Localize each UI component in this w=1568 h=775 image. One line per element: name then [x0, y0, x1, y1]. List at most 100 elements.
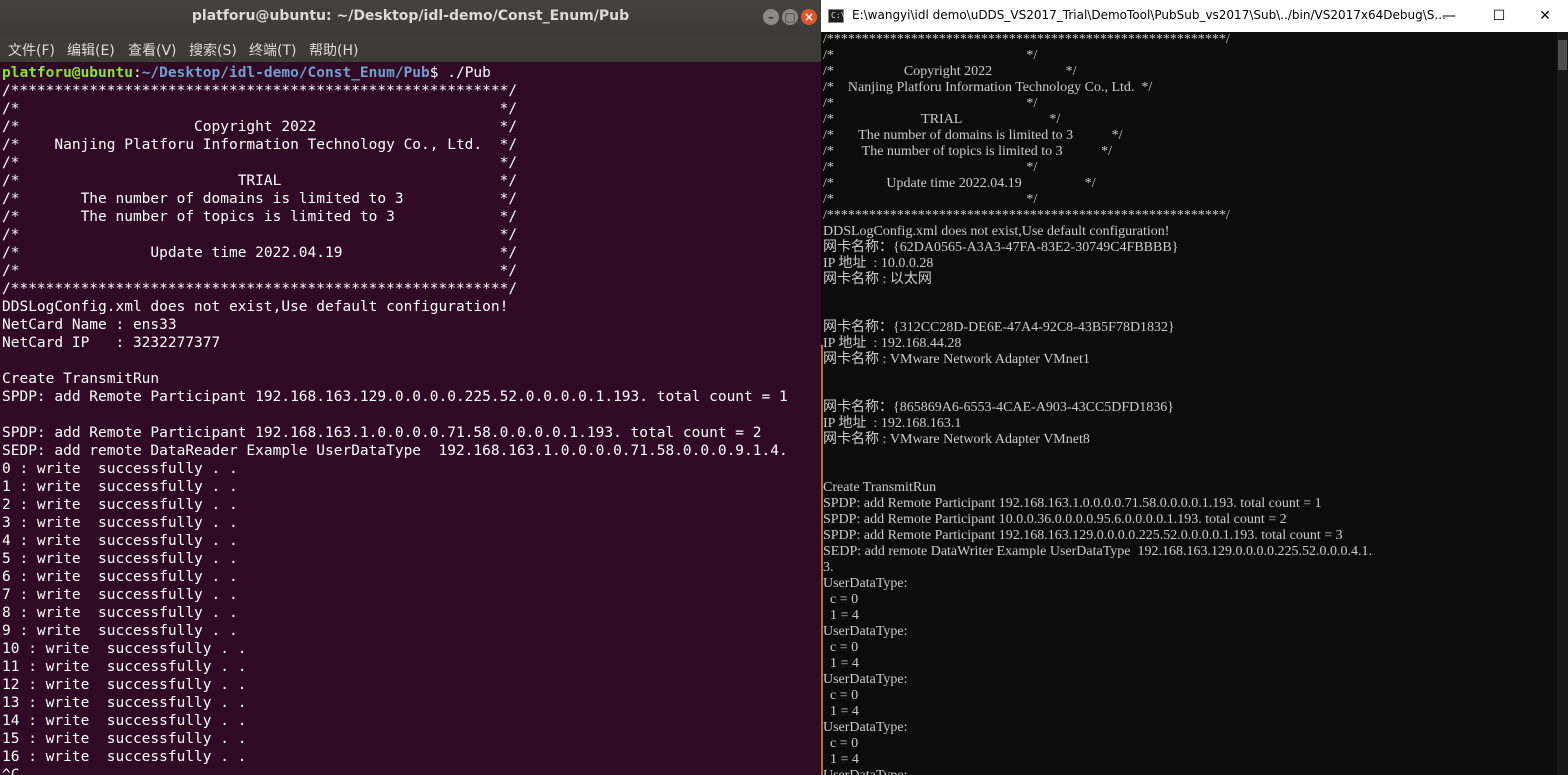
- terminal-line: /* The number of topics is limited to 3 …: [2, 209, 518, 225]
- prompt-command: $ ./Pub: [429, 65, 491, 81]
- terminal-line: NetCard IP : 3232277377: [2, 335, 221, 351]
- console-line: /* The number of topics is limited to 3 …: [823, 144, 1113, 159]
- console-line: DDSLogConfig.xml does not exist,Use defa…: [823, 224, 1170, 239]
- terminal-line: 13 : write successfully . .: [2, 695, 247, 711]
- console-line: 3.: [823, 560, 834, 575]
- console-line: SPDP: add Remote Participant 192.168.163…: [823, 496, 1322, 511]
- console-line: UserDataType:: [823, 576, 908, 591]
- terminal-line: /* Update time 2022.04.19 */: [2, 245, 518, 261]
- console-line: /* Nanjing Platforu Information Technolo…: [823, 80, 1153, 95]
- terminal-line: /* TRIAL */: [2, 173, 518, 189]
- console-line: /* Copyright 2022 */: [823, 64, 1077, 79]
- menu-help[interactable]: 帮助(H): [309, 40, 358, 60]
- windows-window-title: E:\wangyi\idl demo\uDDS_VS2017_Trial\Dem…: [852, 8, 1446, 22]
- console-line: /* */: [823, 160, 1038, 175]
- console-line: /* */: [823, 96, 1038, 111]
- console-line: /* The number of domains is limited to 3…: [823, 128, 1123, 143]
- terminal-line: /* Copyright 2022 */: [2, 119, 518, 135]
- ubuntu-terminal-output[interactable]: platforu@ubuntu:~/Desktop/idl-demo/Const…: [2, 64, 821, 775]
- console-line: SEDP: add remote DataWriter Example User…: [823, 544, 1373, 559]
- menu-file[interactable]: 文件(F): [8, 40, 55, 60]
- minimize-button[interactable]: –: [763, 9, 779, 25]
- console-line: 网卡名称 : 以太网: [823, 272, 932, 287]
- terminal-line: ^C: [2, 767, 20, 775]
- prompt-path: ~/Desktop/idl-demo/Const_Enum/Pub: [141, 65, 430, 81]
- terminal-line: /* The number of domains is limited to 3…: [2, 191, 518, 207]
- console-line: /* */: [823, 48, 1038, 63]
- ubuntu-output-lines: /***************************************…: [2, 82, 821, 775]
- console-app-icon-text: C:\: [831, 11, 846, 20]
- close-button[interactable]: ×: [801, 9, 817, 25]
- console-line: /* TRIAL */: [823, 112, 1061, 127]
- console-line: /* */: [823, 192, 1038, 207]
- terminal-line: 9 : write successfully . .: [2, 623, 238, 639]
- terminal-line: 6 : write successfully . .: [2, 569, 238, 585]
- console-app-icon: C:\: [828, 9, 846, 23]
- windows-console-output[interactable]: /***************************************…: [823, 32, 1548, 775]
- prompt-separator: :: [132, 65, 142, 81]
- terminal-line: 12 : write successfully . .: [2, 677, 247, 693]
- terminal-line: /* Nanjing Platforu Information Technolo…: [2, 137, 518, 153]
- terminal-line: DDSLogConfig.xml does not exist,Use defa…: [2, 299, 509, 315]
- terminal-line: SEDP: add remote DataReader Example User…: [2, 443, 788, 459]
- maximize-button[interactable]: ☐: [1476, 0, 1522, 32]
- ubuntu-window-title: platforu@ubuntu: ~/Desktop/idl-demo/Cons…: [191, 8, 630, 24]
- terminal-line: 10 : write successfully . .: [2, 641, 247, 657]
- terminal-line: SPDP: add Remote Participant 192.168.163…: [2, 425, 762, 441]
- terminal-line: 7 : write successfully . .: [2, 587, 238, 603]
- prompt-user: platforu@ubuntu: [2, 65, 133, 81]
- terminal-line: 0 : write successfully . .: [2, 461, 238, 477]
- console-line: SPDP: add Remote Participant 192.168.163…: [823, 528, 1343, 543]
- scrollbar-thumb[interactable]: [1558, 40, 1567, 70]
- windows-console-window: C:\ E:\wangyi\idl demo\uDDS_VS2017_Trial…: [821, 0, 1568, 775]
- console-line: 网卡名称 : VMware Network Adapter VMnet1: [823, 352, 1090, 367]
- console-line: SPDP: add Remote Participant 10.0.0.36.0…: [823, 512, 1287, 527]
- console-line: UserDataType:: [823, 624, 908, 639]
- terminal-line: 14 : write successfully . .: [2, 713, 247, 729]
- menu-terminal[interactable]: 终端(T): [249, 40, 296, 60]
- terminal-line: /* */: [2, 101, 518, 117]
- console-line: IP 地址 : 10.0.0.28: [823, 256, 934, 271]
- console-line: /***************************************…: [823, 32, 1230, 47]
- console-line: 网卡名称：{312CC28D-DE6E-47A4-92C8-43B5F78D18…: [823, 320, 1175, 335]
- terminal-line: Create TransmitRun: [2, 371, 160, 387]
- terminal-line: 3 : write successfully . .: [2, 515, 238, 531]
- maximize-button[interactable]: □: [782, 9, 798, 25]
- minimize-button[interactable]: —: [1426, 0, 1472, 32]
- console-line: UserDataType:: [823, 720, 908, 735]
- terminal-line: 5 : write successfully . .: [2, 551, 238, 567]
- terminal-line: /* */: [2, 263, 518, 279]
- terminal-line: 16 : write successfully . .: [2, 749, 247, 765]
- console-line: Create TransmitRun: [823, 480, 937, 495]
- close-button[interactable]: ✕: [1522, 0, 1568, 32]
- vertical-scrollbar[interactable]: [1557, 32, 1568, 775]
- menu-edit[interactable]: 编辑(E): [67, 40, 115, 60]
- terminal-line: /* */: [2, 155, 518, 171]
- terminal-line: /* */: [2, 227, 518, 243]
- console-line: 网卡名称：{62DA0565-A3A3-47FA-83E2-30749C4FBB…: [823, 240, 1179, 255]
- terminal-line: 4 : write successfully . .: [2, 533, 238, 549]
- console-line: UserDataType:: [823, 768, 1548, 775]
- console-line: UserDataType:: [823, 672, 908, 687]
- console-line: 网卡名称：{865869A6-6553-4CAE-A903-43CC5DFD18…: [823, 400, 1174, 415]
- console-line: IP 地址 : 192.168.44.28: [823, 336, 962, 351]
- ubuntu-titlebar[interactable]: platforu@ubuntu: ~/Desktop/idl-demo/Cons…: [0, 0, 821, 34]
- terminal-line: /***************************************…: [2, 281, 518, 297]
- console-line: c = 0: [823, 640, 859, 655]
- menu-view[interactable]: 查看(V): [128, 40, 177, 60]
- console-line: 1 = 4: [823, 704, 859, 719]
- windows-output-lines: /***************************************…: [823, 32, 1548, 775]
- terminal-line: 1 : write successfully . .: [2, 479, 238, 495]
- menu-search[interactable]: 搜索(S): [189, 40, 237, 60]
- console-line: c = 0: [823, 688, 859, 703]
- shell-prompt-line: platforu@ubuntu:~/Desktop/idl-demo/Const…: [2, 64, 821, 82]
- windows-titlebar[interactable]: C:\ E:\wangyi\idl demo\uDDS_VS2017_Trial…: [821, 0, 1568, 32]
- terminal-line: 8 : write successfully . .: [2, 605, 238, 621]
